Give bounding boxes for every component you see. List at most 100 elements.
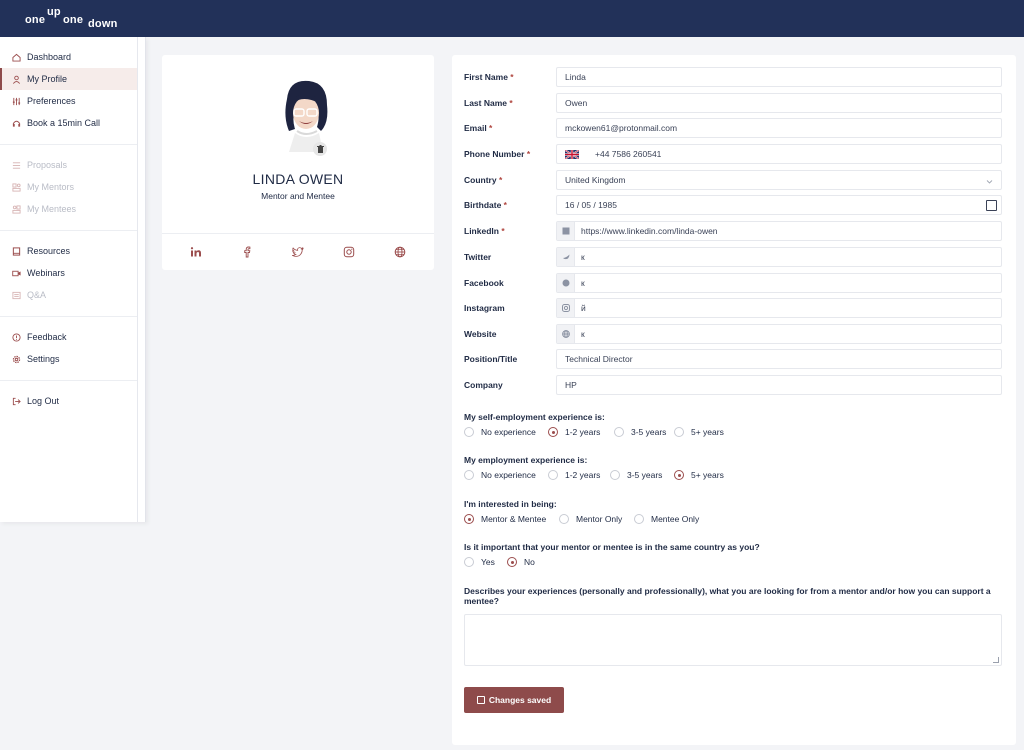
sidebar-item-resources[interactable]: Resources	[0, 240, 137, 262]
required-marker: *	[486, 123, 493, 133]
sidebar-item-feedback[interactable]: Feedback	[0, 326, 137, 348]
facebook-icon	[557, 274, 575, 292]
sidebar-item-log-out[interactable]: Log Out	[0, 390, 137, 412]
company-label-text: Company	[464, 380, 503, 390]
radio-circle[interactable]	[674, 427, 684, 437]
radio-option-no-experience[interactable]: No experience	[464, 470, 536, 480]
email-field[interactable]: mckowen61@protonmail.com	[556, 118, 1002, 138]
calendar-icon[interactable]	[986, 200, 997, 211]
required-marker: *	[507, 72, 514, 82]
radio-option-5-years[interactable]: 5+ years	[674, 470, 724, 480]
required-marker: *	[498, 226, 505, 236]
radio-circle[interactable]	[634, 514, 644, 524]
sidebar-group: Log Out	[0, 381, 137, 422]
first-name-label: First Name *	[464, 72, 514, 82]
instagram-icon[interactable]	[342, 245, 356, 259]
radio-circle[interactable]	[548, 427, 558, 437]
radio-label: Mentor & Mentee	[481, 514, 547, 524]
radio-circle[interactable]	[464, 514, 474, 524]
country-row: Country * United Kingdom	[464, 170, 1004, 190]
radio-option-yes[interactable]: Yes	[464, 557, 495, 567]
company-field[interactable]: HP	[556, 375, 1002, 395]
radio-circle[interactable]	[674, 470, 684, 480]
sidebar-item-my-profile[interactable]: My Profile	[0, 68, 137, 90]
instagram-field[interactable]: й	[556, 298, 1002, 318]
radio-circle[interactable]	[559, 514, 569, 524]
sidebar-item-my-mentees[interactable]: My Mentees	[0, 198, 137, 220]
twitter-label-text: Twitter	[464, 252, 492, 262]
linkedin-icon[interactable]	[189, 245, 203, 259]
radio-group: No experience 1-2 years 3-5 years 5+ years	[464, 425, 864, 439]
first-name-label-text: First Name	[464, 72, 508, 82]
first-name-row: First Name * Linda	[464, 67, 1004, 87]
uk-flag-icon[interactable]	[564, 148, 580, 160]
position-title-field[interactable]: Technical Director	[556, 349, 1002, 369]
radio-option-no[interactable]: No	[507, 557, 535, 567]
radio-label: 1-2 years	[565, 470, 601, 480]
linkedin-icon	[557, 222, 575, 240]
radio-label: 5+ years	[691, 427, 724, 437]
sidebar-group: Feedback Settings	[0, 317, 137, 381]
radio-circle[interactable]	[464, 557, 474, 567]
radio-option-no-experience[interactable]: No experience	[464, 427, 536, 437]
sidebar-item-preferences[interactable]: Preferences	[0, 90, 137, 112]
twitter-field[interactable]: к	[556, 247, 1002, 267]
globe-icon[interactable]	[393, 245, 407, 259]
radio-option-mentor-mentee[interactable]: Mentor & Mentee	[464, 514, 546, 524]
sidebar-item-label: Book a 15min Call	[27, 118, 101, 128]
twitter-icon[interactable]	[291, 245, 305, 259]
gear-icon	[12, 355, 21, 364]
trash-icon	[316, 145, 324, 153]
top-bar: one up one down	[0, 0, 1024, 37]
brand-logo[interactable]: one up one down	[25, 6, 125, 32]
first-name-value: Linda	[565, 72, 586, 82]
country-select[interactable]: United Kingdom	[556, 170, 1002, 190]
delete-avatar-button[interactable]	[313, 142, 327, 156]
last-name-field[interactable]: Owen	[556, 93, 1002, 113]
sidebar-item-webinars[interactable]: Webinars	[0, 262, 137, 284]
first-name-field[interactable]: Linda	[556, 67, 1002, 87]
list-icon	[12, 161, 21, 170]
radio-label: Mentee Only	[651, 514, 700, 524]
sidebar-item-proposals[interactable]: Proposals	[0, 154, 137, 176]
profile-name: LINDA OWEN	[252, 171, 344, 187]
radio-group: No experience 1-2 years 3-5 years 5+ years	[464, 468, 864, 482]
sidebar-item-q-a[interactable]: Q&A	[0, 284, 137, 306]
phone-number-row: Phone Number * +44 7586 260541	[464, 144, 1004, 164]
radio-circle[interactable]	[614, 427, 624, 437]
linkedin-label-text: LinkedIn	[464, 226, 499, 236]
last-name-label: Last Name *	[464, 98, 513, 108]
experience-textarea[interactable]	[464, 614, 1002, 666]
resize-handle[interactable]	[993, 657, 999, 663]
country-value: United Kingdom	[565, 175, 626, 185]
sidebar-item-my-mentors[interactable]: My Mentors	[0, 176, 137, 198]
radio-option-1-2-years[interactable]: 1-2 years	[548, 470, 600, 480]
radio-circle[interactable]	[610, 470, 620, 480]
facebook-field[interactable]: к	[556, 273, 1002, 293]
radio-circle[interactable]	[507, 557, 517, 567]
radio-circle[interactable]	[464, 470, 474, 480]
radio-option-5-years[interactable]: 5+ years	[674, 427, 724, 437]
sidebar-item-book-a-15min-call[interactable]: Book a 15min Call	[0, 112, 137, 134]
sidebar-item-dashboard[interactable]: Dashboard	[0, 46, 137, 68]
radio-circle[interactable]	[548, 470, 558, 480]
linkedin-field[interactable]: https://www.linkedin.com/linda-owen	[556, 221, 1002, 241]
radio-option-mentor-only[interactable]: Mentor Only	[559, 514, 622, 524]
radio-option-mentee-only[interactable]: Mentee Only	[634, 514, 699, 524]
radio-label: No	[524, 557, 535, 567]
sidebar-nav: Dashboard My Profile Preferences Book a 15m…	[0, 37, 138, 522]
radio-option-1-2-years[interactable]: 1-2 years	[548, 427, 600, 437]
save-button[interactable]: Changes saved	[464, 687, 564, 713]
radio-option-3-5-years[interactable]: 3-5 years	[614, 427, 666, 437]
instagram-icon	[557, 299, 575, 317]
radio-option-3-5-years[interactable]: 3-5 years	[610, 470, 662, 480]
facebook-icon[interactable]	[240, 245, 254, 259]
radio-circle[interactable]	[464, 427, 474, 437]
birthdate-field[interactable]: 16 / 05 / 1985	[556, 195, 1002, 215]
phone-number-field[interactable]: +44 7586 260541	[556, 144, 1002, 164]
birthdate-label: Birthdate *	[464, 200, 507, 210]
website-field[interactable]: к	[556, 324, 1002, 344]
sidebar-item-label: My Profile	[27, 74, 68, 84]
sidebar-item-settings[interactable]: Settings	[0, 348, 137, 370]
question-label: I'm interested in being:	[464, 499, 557, 509]
